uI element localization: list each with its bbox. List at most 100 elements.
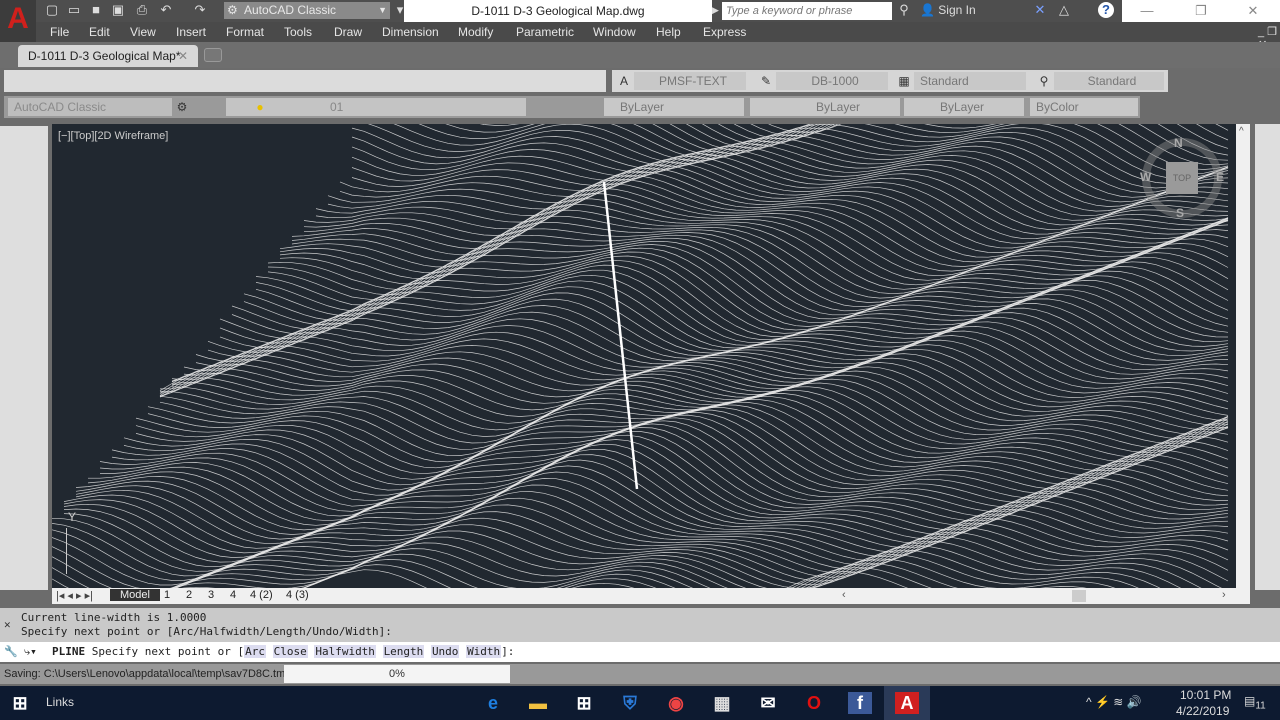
layout-tab[interactable]: 3 xyxy=(208,589,214,601)
option-arc[interactable]: Arc xyxy=(244,645,266,658)
layer-on-icon: ● xyxy=(256,100,264,114)
layout-nav-buttons[interactable]: |◂ ◂ ▸ ▸| xyxy=(56,589,93,602)
viewcube[interactable]: N W E S TOP xyxy=(1140,136,1224,220)
menu-parametric[interactable]: Parametric xyxy=(516,25,574,39)
links-toolbar[interactable]: Links xyxy=(46,695,74,709)
viewcube-south[interactable]: S xyxy=(1176,206,1184,220)
menu-insert[interactable]: Insert xyxy=(176,25,206,39)
mleader-style-dropdown[interactable]: Standard xyxy=(1054,72,1164,90)
menu-edit[interactable]: Edit xyxy=(89,25,110,39)
open-icon[interactable]: ▭ xyxy=(66,2,82,18)
close-command-line-icon[interactable]: ✕ xyxy=(4,618,11,631)
calculator-icon[interactable]: ▦ xyxy=(710,692,734,714)
vertical-scrollbar[interactable]: ^ xyxy=(1236,124,1250,588)
option-close[interactable]: Close xyxy=(272,645,308,658)
new-tab-button[interactable] xyxy=(204,48,222,62)
menu-modify[interactable]: Modify xyxy=(458,25,493,39)
sign-in-button[interactable]: 👤 Sign In xyxy=(920,3,976,17)
layout-tab[interactable]: 1 xyxy=(164,589,170,601)
recent-commands-icon[interactable]: ⤷▾ xyxy=(24,645,37,659)
color-dropdown[interactable]: ByLayer xyxy=(604,98,744,116)
redo-icon[interactable]: ↷ xyxy=(192,2,208,18)
windows-start-icon[interactable]: ⊞ xyxy=(8,692,32,714)
store-icon[interactable]: ⊞ xyxy=(572,692,596,714)
viewcube-north[interactable]: N xyxy=(1174,136,1183,150)
command-input[interactable]: 🔧 ⤷▾ PLINE Specify next point or [Arc Cl… xyxy=(0,642,1280,662)
menu-help[interactable]: Help xyxy=(656,25,681,39)
menu-file[interactable]: File xyxy=(50,25,69,39)
linetype-dropdown[interactable]: ByLayer xyxy=(750,98,900,116)
draw-modify-toolbar[interactable] xyxy=(0,126,48,590)
plotstyle-dropdown[interactable]: ByColor xyxy=(1030,98,1138,116)
menu-draw[interactable]: Draw xyxy=(334,25,362,39)
file-explorer-icon[interactable]: ▬ xyxy=(526,692,550,714)
clock-time[interactable]: 10:01 PM xyxy=(1180,688,1231,702)
restore-button[interactable]: ❐ xyxy=(1176,0,1226,22)
option-halfwidth[interactable]: Halfwidth xyxy=(314,645,376,658)
layer-dropdown[interactable]: 01 xyxy=(226,98,526,116)
viewcube-west[interactable]: W xyxy=(1140,170,1151,184)
binoculars-icon[interactable]: ⚲ xyxy=(896,2,912,18)
menu-format[interactable]: Format xyxy=(226,25,264,39)
scroll-up-icon[interactable]: ^ xyxy=(1239,126,1244,137)
option-length[interactable]: Length xyxy=(382,645,425,658)
layout-tab[interactable]: 4 xyxy=(230,589,236,601)
scroll-right-icon[interactable]: › xyxy=(1222,589,1226,601)
menu-tools[interactable]: Tools xyxy=(284,25,312,39)
facebook-icon[interactable]: f xyxy=(848,692,872,714)
viewcube-east[interactable]: E xyxy=(1216,170,1224,184)
close-button[interactable]: ✕ xyxy=(1228,0,1278,22)
close-tab-icon[interactable]: ✕ xyxy=(178,45,188,67)
mleader-style-icon[interactable]: ⚲ xyxy=(1036,73,1052,89)
expand-search-icon[interactable]: ▶ xyxy=(712,5,719,16)
save-as-icon[interactable]: ▣ xyxy=(110,2,126,18)
scroll-left-icon[interactable]: ‹ xyxy=(842,589,846,601)
text-style-icon[interactable]: A xyxy=(616,73,632,89)
workspace-dropdown[interactable]: ⚙ AutoCAD Classic ▼ xyxy=(224,2,390,19)
search-input[interactable]: Type a keyword or phrase xyxy=(722,2,892,20)
option-width[interactable]: Width xyxy=(466,645,502,658)
workspace-combo[interactable]: AutoCAD Classic xyxy=(8,98,172,116)
file-tab[interactable]: D-1011 D-3 Geological Map* ✕ xyxy=(18,45,198,67)
dim-style-icon[interactable]: ✎ xyxy=(758,73,774,89)
clock-date[interactable]: 4/22/2019 xyxy=(1176,704,1229,718)
layout-tab-model[interactable]: Model xyxy=(110,589,160,601)
viewport-controls-label[interactable]: [−][Top][2D Wireframe] xyxy=(58,130,168,142)
save-icon[interactable]: ■ xyxy=(88,2,104,18)
table-style-icon[interactable]: ▦ xyxy=(896,73,912,89)
viewcube-top-face[interactable]: TOP xyxy=(1166,162,1198,194)
drawing-viewport[interactable]: [−][Top][2D Wireframe] N W E S TOP Y xyxy=(52,124,1236,588)
action-center-icon[interactable]: ▤11 xyxy=(1244,694,1266,711)
new-icon[interactable]: ▢ xyxy=(44,2,60,18)
undo-icon[interactable]: ↶ xyxy=(158,2,174,18)
layout-tab[interactable]: 2 xyxy=(186,589,192,601)
modify-toolbar[interactable] xyxy=(1255,124,1280,590)
plot-icon[interactable]: ⎙ xyxy=(134,2,150,18)
help-icon[interactable]: ? xyxy=(1098,2,1114,18)
layout-tab[interactable]: 4 (3) xyxy=(286,589,309,601)
lineweight-dropdown[interactable]: ByLayer xyxy=(904,98,1024,116)
customize-wrench-icon[interactable]: 🔧 xyxy=(4,645,18,658)
application-menu-button[interactable]: A xyxy=(0,0,36,44)
menu-express[interactable]: Express xyxy=(703,25,746,39)
exchange-icon[interactable]: ✕ xyxy=(1032,2,1048,18)
text-style-dropdown[interactable]: PMSF-TEXT xyxy=(634,72,746,90)
minimize-button[interactable]: — xyxy=(1122,0,1172,22)
edge-icon[interactable]: e xyxy=(481,692,505,714)
a360-icon[interactable]: △ xyxy=(1056,2,1072,18)
option-undo[interactable]: Undo xyxy=(430,645,460,658)
menu-view[interactable]: View xyxy=(130,25,156,39)
opera-icon[interactable]: O xyxy=(802,692,826,714)
dim-style-dropdown[interactable]: DB-1000 xyxy=(776,72,888,90)
autocad-taskbar-button[interactable]: A xyxy=(884,686,930,720)
defender-icon[interactable]: ⛨ xyxy=(618,692,642,714)
menu-window[interactable]: Window xyxy=(593,25,636,39)
chrome-icon[interactable]: ◉ xyxy=(664,692,688,714)
layout-tab[interactable]: 4 (2) xyxy=(250,589,273,601)
mail-icon[interactable]: ✉ xyxy=(756,692,780,714)
tray-icons[interactable]: ^ ⚡ ≋ 🔊 xyxy=(1086,695,1142,709)
table-style-dropdown[interactable]: Standard xyxy=(914,72,1026,90)
menu-dimension[interactable]: Dimension xyxy=(382,25,439,39)
horizontal-scroll-thumb[interactable] xyxy=(1072,590,1086,602)
workspace-settings-icon[interactable]: ⚙ xyxy=(174,99,190,115)
